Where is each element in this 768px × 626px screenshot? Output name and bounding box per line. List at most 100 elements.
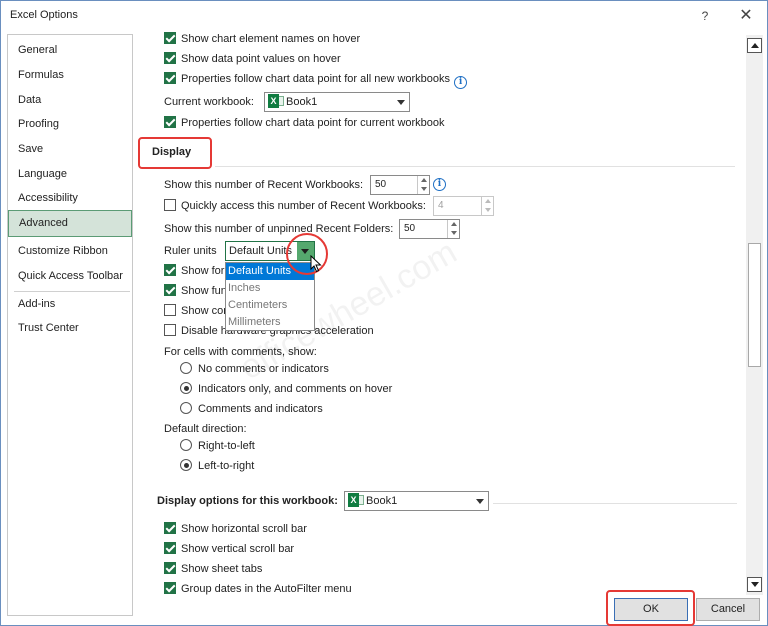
comments-option-indicators[interactable]: Indicators only, and comments on hover (180, 380, 392, 398)
vertical-scrollbar[interactable] (746, 35, 763, 595)
section-divider (493, 503, 737, 504)
show-data-point-values-label: Show data point values on hover (181, 53, 341, 65)
sidebar-item-trust-center[interactable]: Trust Center (8, 316, 132, 340)
sidebar-item-formulas[interactable]: Formulas (8, 63, 132, 87)
show-element-names-checkbox[interactable] (164, 32, 176, 44)
unpinned-folders-value: 50 (404, 223, 416, 234)
info-icon[interactable]: i (454, 76, 468, 89)
scroll-down-button[interactable] (747, 577, 762, 592)
properties-all-row[interactable]: Properties follow chart data point for a… (164, 70, 468, 89)
comments-indicators-label: Indicators only, and comments on hover (198, 383, 393, 395)
direction-ltr-label: Left-to-right (198, 460, 255, 472)
show-function-tooltips-label: Show function ScreenTips (181, 285, 225, 297)
vertical-scroll-row[interactable]: Show vertical scroll bar (164, 540, 294, 558)
quick-access-label: Quickly access this number of Recent Wor… (181, 200, 426, 212)
horizontal-scroll-checkbox[interactable] (164, 522, 176, 534)
ruler-option-millimeters[interactable]: Millimeters (226, 314, 314, 331)
properties-current-row[interactable]: Properties follow chart data point for c… (164, 114, 445, 132)
sidebar-item-advanced[interactable]: Advanced (8, 210, 132, 237)
direction-ltr-radio[interactable] (180, 459, 192, 471)
cancel-button[interactable]: Cancel (696, 598, 760, 621)
scroll-up-button[interactable] (747, 38, 762, 53)
direction-option-rtl[interactable]: Right-to-left (180, 437, 255, 455)
current-workbook-label: Current workbook: (164, 96, 254, 108)
show-data-point-values-checkbox[interactable] (164, 52, 176, 64)
spinner-buttons[interactable] (447, 220, 459, 238)
ruler-option-inches[interactable]: Inches (226, 280, 314, 297)
comments-none-radio[interactable] (180, 362, 192, 374)
direction-option-ltr[interactable]: Left-to-right (180, 457, 254, 475)
sidebar-item-add-ins[interactable]: Add-ins (8, 292, 132, 316)
comments-all-label: Comments and indicators (198, 403, 323, 415)
disable-hw-accel-checkbox[interactable] (164, 324, 176, 336)
comments-option-all[interactable]: Comments and indicators (180, 400, 323, 418)
excel-workbook-icon: X (348, 493, 364, 507)
current-workbook-select[interactable]: X Book1 (264, 92, 410, 112)
show-element-names-row[interactable]: Show chart element names on hover (164, 31, 360, 48)
recent-workbooks-spinner[interactable]: 50 (370, 175, 430, 195)
sidebar-item-proofing[interactable]: Proofing (8, 112, 132, 136)
show-function-tooltips-checkbox[interactable] (164, 284, 176, 296)
options-sidebar: General Formulas Data Proofing Save Lang… (7, 34, 133, 616)
properties-current-checkbox[interactable] (164, 116, 176, 128)
ok-button[interactable]: OK (614, 598, 688, 621)
recent-workbooks-label: Show this number of Recent Workbooks: (164, 179, 364, 191)
spinner-buttons[interactable] (481, 197, 493, 215)
mouse-cursor-icon (310, 255, 322, 273)
excel-options-dialog: Excel Options ? ✕ General Formulas Data … (0, 0, 768, 626)
scroll-thumb[interactable] (748, 243, 761, 367)
horizontal-scroll-label: Show horizontal scroll bar (181, 523, 307, 535)
workbook-section-title: Display options for this workbook: (157, 495, 338, 507)
title-bar: Excel Options ? ✕ (1, 1, 767, 31)
display-highlight-box (138, 137, 212, 169)
excel-workbook-icon: X (268, 94, 284, 108)
comments-all-radio[interactable] (180, 402, 192, 414)
unpinned-folders-spinner[interactable]: 50 (399, 219, 460, 239)
show-formula-bar-row[interactable]: Show formula bar (164, 262, 225, 280)
section-divider (215, 166, 735, 167)
spinner-buttons[interactable] (417, 176, 429, 194)
show-function-tooltips-row[interactable]: Show function ScreenTips (164, 282, 225, 300)
properties-all-checkbox[interactable] (164, 72, 176, 84)
quick-access-row[interactable]: Quickly access this number of Recent Wor… (164, 197, 426, 215)
recent-workbooks-value: 50 (375, 179, 387, 190)
vertical-scroll-label: Show vertical scroll bar (181, 543, 295, 555)
sidebar-item-language[interactable]: Language (8, 162, 132, 186)
dialog-title: Excel Options (10, 9, 78, 21)
sidebar-item-customize-ribbon[interactable]: Customize Ribbon (8, 239, 132, 263)
show-comments-label: Show comments (181, 305, 225, 317)
show-data-point-values-row[interactable]: Show data point values on hover (164, 50, 341, 68)
show-formula-bar-label: Show formula bar (181, 265, 225, 277)
unpinned-folders-label: Show this number of unpinned Recent Fold… (164, 223, 394, 235)
info-icon[interactable]: i (433, 178, 446, 191)
sidebar-item-data[interactable]: Data (8, 88, 132, 112)
direction-rtl-radio[interactable] (180, 439, 192, 451)
sidebar-item-quick-access-toolbar[interactable]: Quick Access Toolbar (8, 264, 132, 288)
ruler-option-centimeters[interactable]: Centimeters (226, 297, 314, 314)
sidebar-item-save[interactable]: Save (8, 137, 132, 161)
workbook-value: Book1 (366, 495, 398, 507)
show-element-names-label: Show chart element names on hover (181, 33, 361, 45)
sheet-tabs-checkbox[interactable] (164, 562, 176, 574)
chevron-down-icon (476, 499, 484, 504)
chevron-down-icon (397, 100, 405, 105)
group-dates-row[interactable]: Group dates in the AutoFilter menu (164, 580, 352, 598)
sidebar-item-general[interactable]: General (8, 38, 132, 62)
sheet-tabs-row[interactable]: Show sheet tabs (164, 560, 262, 578)
show-formula-bar-checkbox[interactable] (164, 264, 176, 276)
comments-indicators-radio[interactable] (180, 382, 192, 394)
quick-access-checkbox[interactable] (164, 199, 176, 211)
sidebar-item-accessibility[interactable]: Accessibility (8, 186, 132, 210)
close-button[interactable]: ✕ (732, 5, 760, 27)
horizontal-scroll-row[interactable]: Show horizontal scroll bar (164, 520, 307, 538)
ruler-units-label: Ruler units (164, 245, 217, 257)
help-button[interactable]: ? (691, 5, 719, 27)
show-comments-checkbox[interactable] (164, 304, 176, 316)
show-comments-row[interactable]: Show comments (164, 302, 225, 320)
direction-group-label: Default direction: (164, 423, 247, 435)
advanced-options-panel: officewheel.com Show chart element names… (137, 31, 745, 599)
vertical-scroll-checkbox[interactable] (164, 542, 176, 554)
group-dates-checkbox[interactable] (164, 582, 176, 594)
quick-access-spinner[interactable]: 4 (433, 196, 494, 216)
workbook-select[interactable]: X Book1 (344, 491, 489, 511)
